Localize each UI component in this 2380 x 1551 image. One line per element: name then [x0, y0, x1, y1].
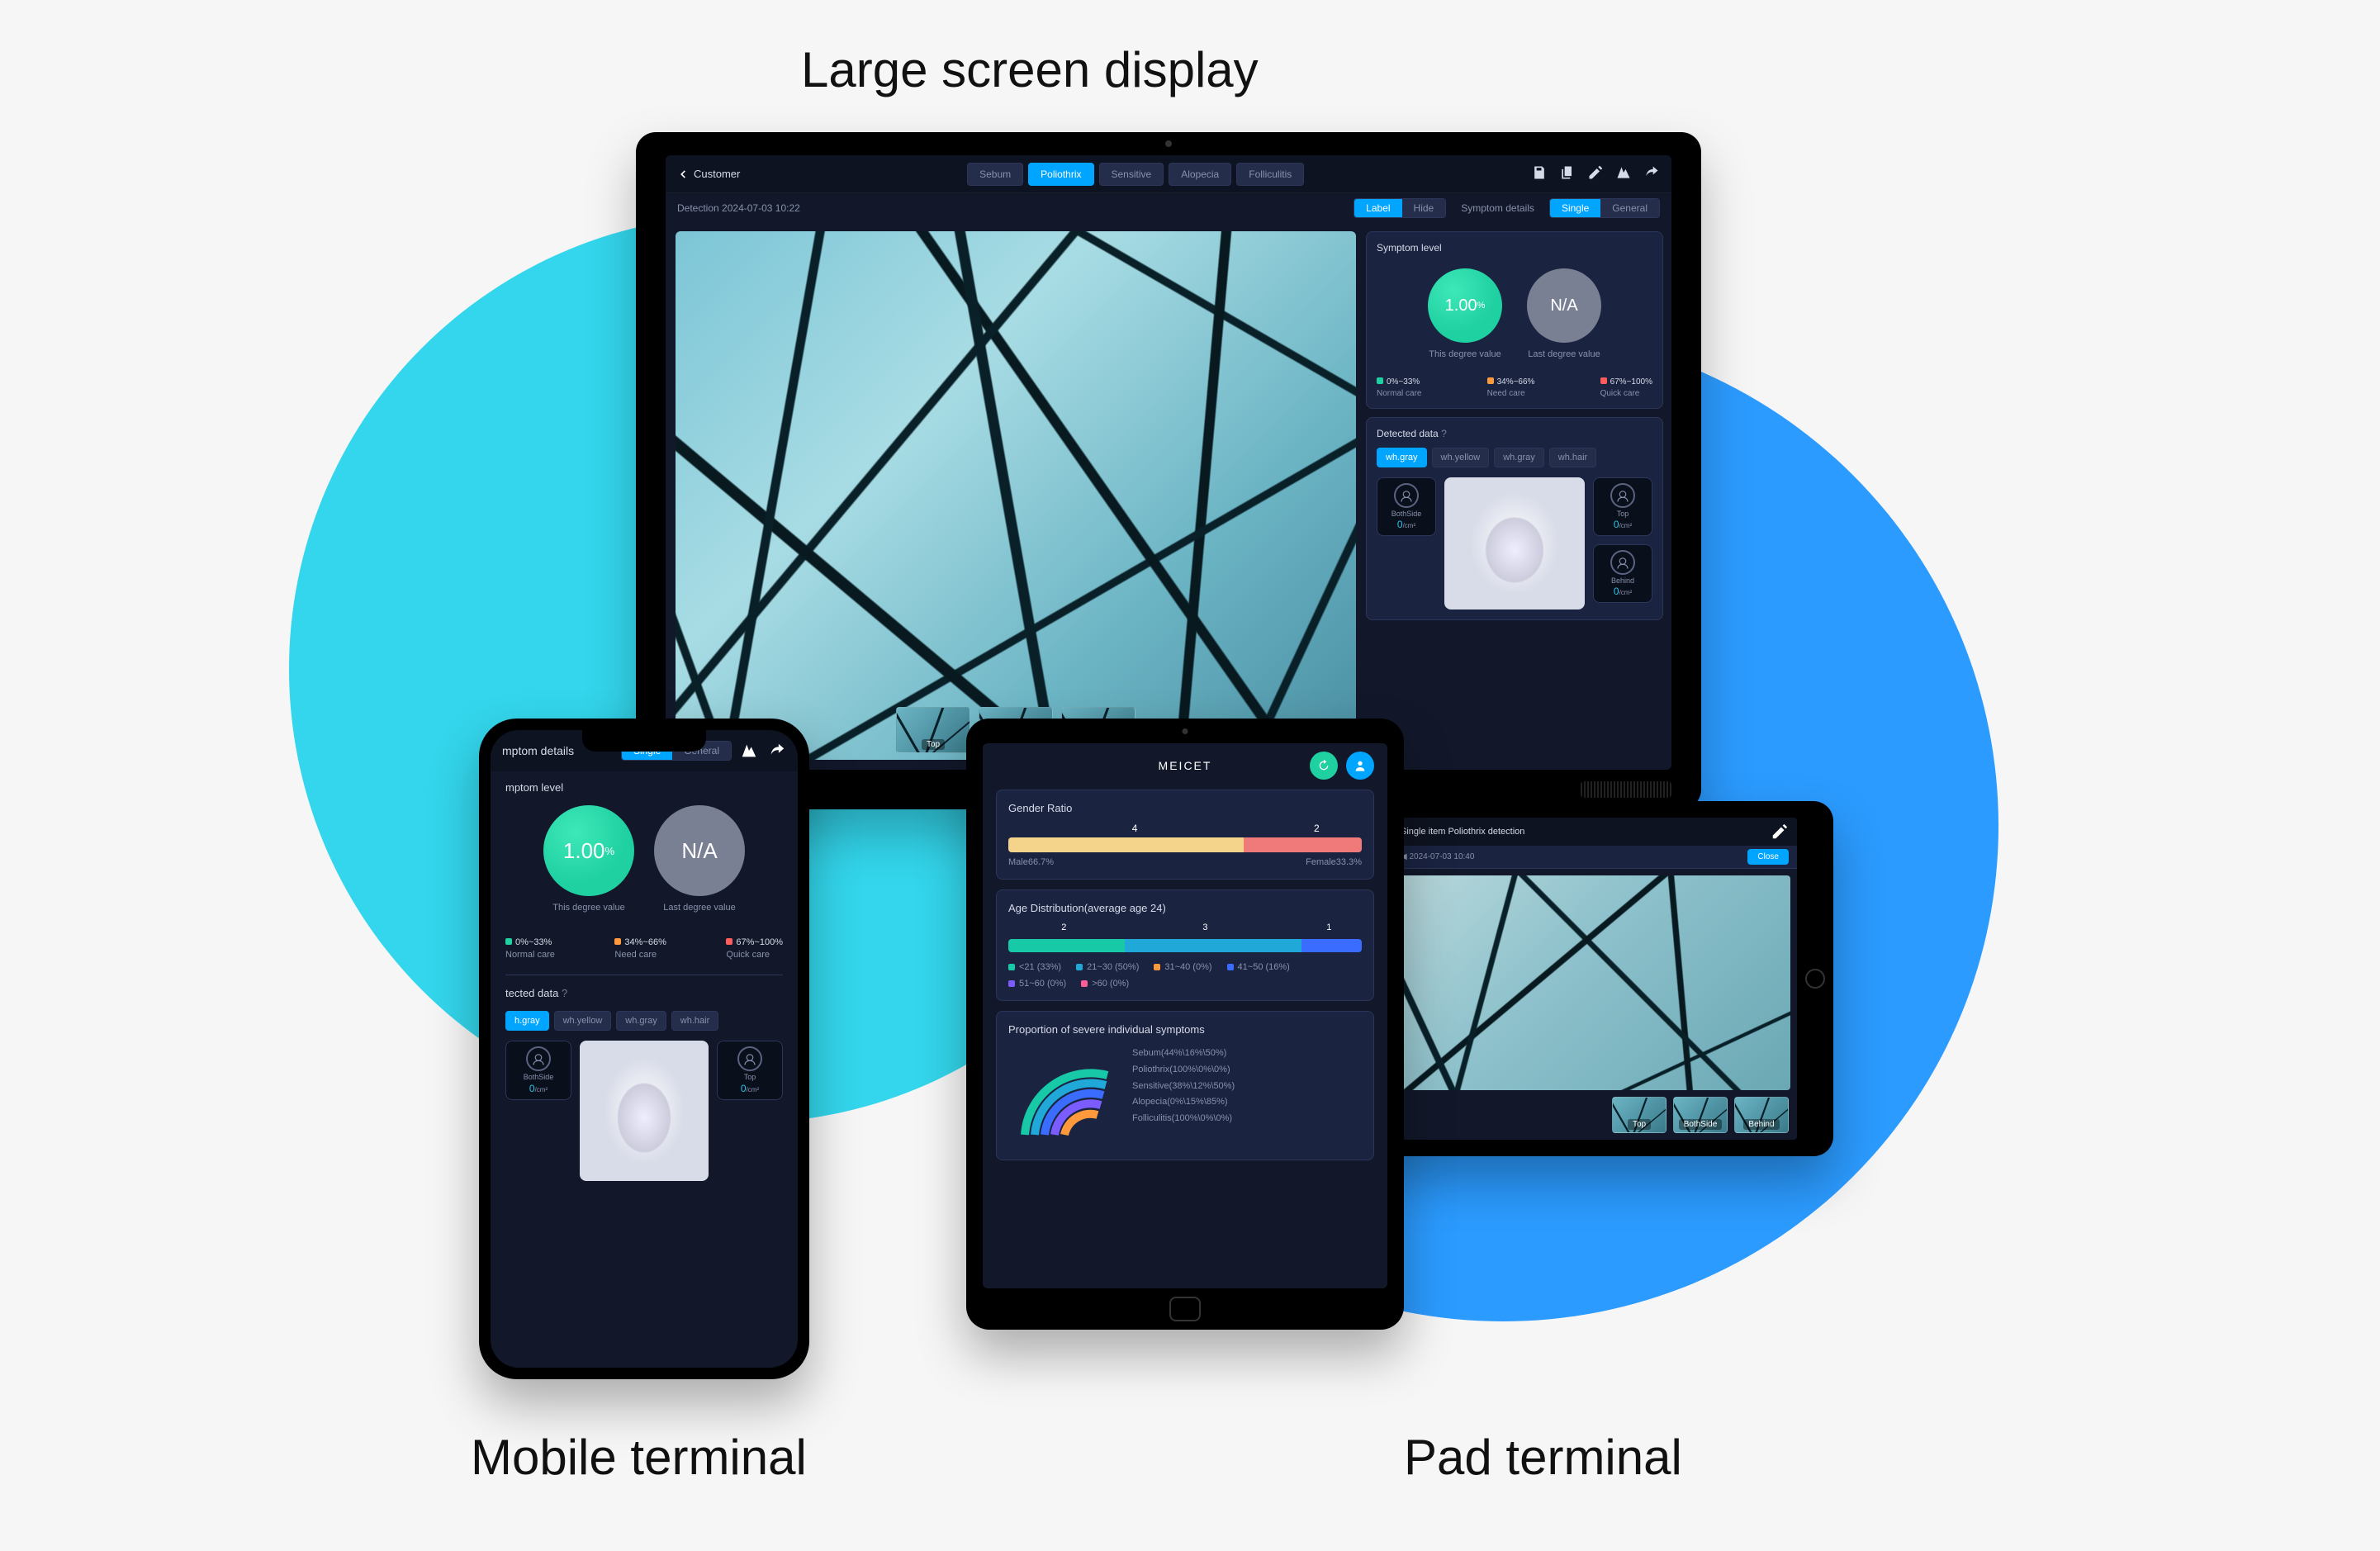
back-button[interactable]: Customer	[677, 168, 740, 180]
cat-sebum[interactable]: Sebum	[967, 163, 1023, 186]
tl-scalp-viewer[interactable]	[1399, 875, 1790, 1090]
head-3d-model[interactable]	[1444, 477, 1585, 609]
cat-poliothrix[interactable]: Poliothrix	[1028, 163, 1093, 186]
this-degree-gauge: 1.00% This degree value	[1428, 268, 1502, 359]
mb-chip-3[interactable]: wh.hair	[671, 1011, 718, 1031]
save-icon[interactable]	[1531, 164, 1548, 183]
edit-icon[interactable]	[1587, 164, 1604, 183]
detected-data-panel: Detected data ? wh.gray wh.yellow wh.gra…	[1366, 417, 1663, 620]
compare-icon[interactable]	[1615, 164, 1632, 183]
tl-thumb-top[interactable]: Top	[1612, 1097, 1666, 1133]
refresh-button[interactable]	[1310, 752, 1338, 780]
mobile-device: mptom details SingleGeneral mptom level …	[479, 719, 809, 1379]
zone-behind[interactable]: Behind 0/cm²	[1593, 544, 1652, 603]
close-button[interactable]: Close	[1747, 849, 1789, 865]
severity-panel: Proportion of severe individual symptoms…	[996, 1011, 1374, 1160]
edit-icon[interactable]	[1771, 823, 1789, 841]
cat-sensitive[interactable]: Sensitive	[1099, 163, 1164, 186]
tablet-landscape-device: Single item Poliothrix detection ◀ 2024-…	[1371, 801, 1833, 1156]
mb-details-label: mptom details	[502, 744, 574, 757]
copy-icon[interactable]	[1559, 164, 1576, 183]
title-large: Large screen display	[801, 41, 1259, 98]
chevron-left-icon	[677, 168, 689, 180]
scalp-image-viewer[interactable]: Top BothSide Behind	[676, 231, 1356, 760]
mb-this-gauge: 1.00% This degree value	[543, 805, 634, 913]
cat-folliculitis[interactable]: Folliculitis	[1236, 163, 1304, 186]
mb-last-gauge: N/A Last degree value	[654, 805, 745, 913]
mb-zone-top[interactable]: Top 0/cm²	[717, 1041, 783, 1100]
tl-thumb-behind[interactable]: Behind	[1734, 1097, 1789, 1133]
chip-whgray2[interactable]: wh.gray	[1494, 448, 1544, 467]
large-screen-device: Customer Sebum Poliothrix Sensitive Alop…	[636, 132, 1701, 809]
mb-head-model[interactable]	[580, 1041, 709, 1181]
symptom-details-label: Symptom details	[1461, 202, 1534, 214]
category-tabs: Sebum Poliothrix Sensitive Alopecia Foll…	[967, 163, 1304, 186]
mb-chip-2[interactable]: wh.gray	[616, 1011, 666, 1031]
single-general-toggle[interactable]: Single General	[1549, 198, 1660, 218]
age-distribution-panel: Age Distribution(average age 24) 2 3 1 <…	[996, 889, 1374, 1001]
tablet-portrait-device: MEICET Gender Ratio 42 Male66.7% Female3…	[966, 719, 1404, 1330]
share-icon[interactable]	[768, 742, 786, 760]
chip-whgray[interactable]: wh.gray	[1377, 448, 1427, 467]
chip-whhair[interactable]: wh.hair	[1549, 448, 1596, 467]
mb-zone-bothside[interactable]: BothSide 0/cm²	[505, 1041, 571, 1100]
user-button[interactable]	[1346, 752, 1374, 780]
last-degree-gauge: N/A Last degree value	[1527, 268, 1601, 359]
title-mobile: Mobile terminal	[471, 1429, 807, 1486]
chip-whyellow[interactable]: wh.yellow	[1432, 448, 1490, 467]
symptom-level-panel: Symptom level 1.00% This degree value N/…	[1366, 231, 1663, 409]
share-icon[interactable]	[1643, 164, 1660, 183]
zone-top[interactable]: Top 0/cm²	[1593, 477, 1652, 536]
help-icon[interactable]: ?	[1441, 428, 1447, 439]
gender-ratio-panel: Gender Ratio 42 Male66.7% Female33.3%	[996, 790, 1374, 880]
brand-label: MEICET	[1159, 759, 1212, 772]
tl-thumb-bothside[interactable]: BothSide	[1673, 1097, 1728, 1133]
compare-icon[interactable]	[740, 742, 758, 760]
title-pad: Pad terminal	[1404, 1429, 1682, 1486]
mb-chip-1[interactable]: wh.yellow	[554, 1011, 612, 1031]
label-hide-toggle[interactable]: Label Hide	[1354, 198, 1446, 218]
help-icon[interactable]: ?	[562, 987, 567, 999]
tl-title: Single item Poliothrix detection	[1401, 827, 1524, 837]
cat-alopecia[interactable]: Alopecia	[1169, 163, 1231, 186]
thumb-top[interactable]: Top	[896, 707, 970, 753]
zone-bothside[interactable]: BothSide 0/cm²	[1377, 477, 1436, 536]
mb-chip-0[interactable]: h.gray	[505, 1011, 549, 1031]
